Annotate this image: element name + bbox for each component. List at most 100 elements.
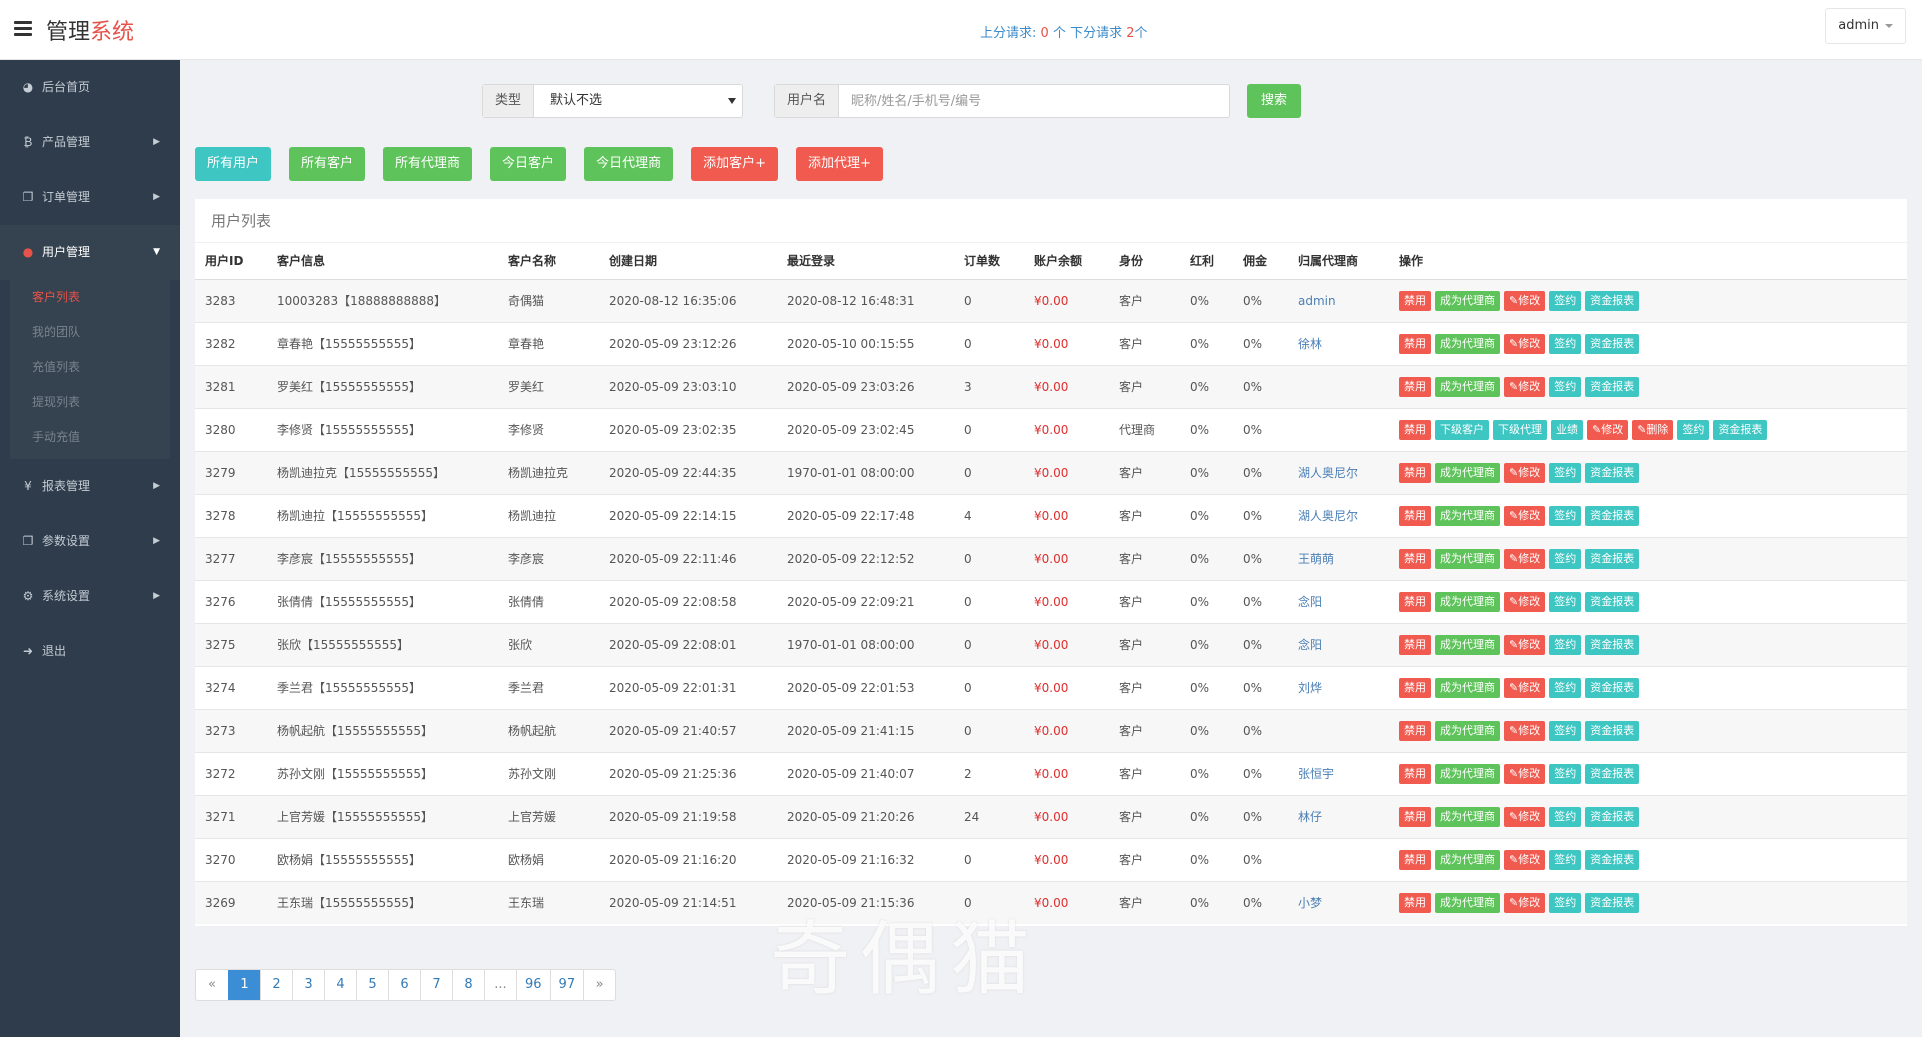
action-button-2[interactable]: ✎修改 (1504, 634, 1546, 655)
submenu-item-1[interactable]: 我的团队 (0, 315, 170, 350)
action-button-2[interactable]: ✎修改 (1504, 720, 1546, 741)
action-button-4[interactable]: 资金报表 (1585, 376, 1640, 397)
page-link[interactable]: 7 (420, 970, 452, 1000)
type-select[interactable]: 默认不选 (534, 85, 742, 117)
submenu-item-0[interactable]: 客户列表 (0, 280, 170, 315)
action-button-1[interactable]: 成为代理商 (1435, 462, 1500, 483)
action-button-6[interactable]: 签约 (1677, 419, 1710, 440)
action-button-1[interactable]: 成为代理商 (1435, 548, 1500, 569)
action-button-4[interactable]: 资金报表 (1585, 505, 1640, 526)
action-button-3[interactable]: 签约 (1549, 677, 1582, 698)
filter-button-2[interactable]: 所有代理商 (383, 147, 473, 181)
action-button-2[interactable]: ✎修改 (1504, 806, 1546, 827)
action-button-5[interactable]: ✎删除 (1632, 419, 1674, 440)
submenu-item-3[interactable]: 提现列表 (0, 385, 170, 420)
action-button-3[interactable]: 签约 (1549, 892, 1582, 913)
action-button-1[interactable]: 下级客户 (1435, 419, 1489, 440)
sidebar-item-0[interactable]: ◕ 后台首页 (0, 60, 180, 115)
action-button-0[interactable]: 禁用 (1399, 806, 1431, 827)
filter-button-5[interactable]: 添加客户+ (691, 147, 778, 181)
action-button-4[interactable]: 资金报表 (1585, 634, 1640, 655)
action-button-3[interactable]: 签约 (1549, 763, 1582, 784)
filter-button-0[interactable]: 所有用户 (195, 147, 272, 181)
action-button-0[interactable]: 禁用 (1399, 720, 1431, 741)
action-button-1[interactable]: 成为代理商 (1435, 290, 1500, 311)
action-button-3[interactable]: 签约 (1549, 505, 1582, 526)
sidebar-item-5[interactable]: ❐ 参数设置 ▶ (0, 514, 180, 569)
action-button-3[interactable]: 签约 (1549, 849, 1582, 870)
action-button-2[interactable]: ✎修改 (1504, 892, 1546, 913)
action-button-1[interactable]: 成为代理商 (1435, 849, 1500, 870)
action-button-4[interactable]: 资金报表 (1585, 763, 1640, 784)
page-link[interactable]: « (196, 970, 228, 1000)
action-button-0[interactable]: 禁用 (1399, 290, 1431, 311)
action-button-4[interactable]: 资金报表 (1585, 591, 1640, 612)
action-button-3[interactable]: 业绩 (1551, 419, 1583, 440)
action-button-3[interactable]: 签约 (1549, 591, 1582, 612)
action-button-2[interactable]: ✎修改 (1504, 290, 1546, 311)
action-button-0[interactable]: 禁用 (1399, 634, 1431, 655)
action-button-1[interactable]: 成为代理商 (1435, 634, 1500, 655)
action-button-0[interactable]: 禁用 (1399, 462, 1431, 483)
action-button-1[interactable]: 成为代理商 (1435, 376, 1500, 397)
page-link[interactable]: 1 (228, 970, 260, 1000)
action-button-1[interactable]: 成为代理商 (1435, 591, 1500, 612)
action-button-1[interactable]: 成为代理商 (1435, 806, 1500, 827)
hamburger-menu-icon[interactable] (14, 21, 32, 37)
filter-button-1[interactable]: 所有客户 (289, 147, 366, 181)
submenu-item-4[interactable]: 手动充值 (0, 420, 170, 455)
action-button-2[interactable]: ✎修改 (1504, 548, 1546, 569)
page-link[interactable]: 5 (356, 970, 388, 1000)
action-button-4[interactable]: ✎修改 (1587, 419, 1629, 440)
action-button-0[interactable]: 禁用 (1399, 376, 1431, 397)
action-button-4[interactable]: 资金报表 (1585, 806, 1640, 827)
username-search-input[interactable] (839, 85, 1230, 117)
filter-button-3[interactable]: 今日客户 (490, 147, 567, 181)
action-button-1[interactable]: 成为代理商 (1435, 505, 1500, 526)
sidebar-item-4[interactable]: ¥ 报表管理 ▶ (0, 459, 180, 514)
action-button-3[interactable]: 签约 (1549, 376, 1582, 397)
action-button-3[interactable]: 签约 (1549, 333, 1582, 354)
page-link[interactable]: 3 (292, 970, 324, 1000)
action-button-1[interactable]: 成为代理商 (1435, 333, 1500, 354)
action-button-3[interactable]: 签约 (1549, 720, 1582, 741)
user-dropdown[interactable]: admin (1825, 8, 1906, 44)
action-button-0[interactable]: 禁用 (1399, 419, 1431, 440)
action-button-4[interactable]: 资金报表 (1585, 548, 1640, 569)
sidebar-item-2[interactable]: ❐ 订单管理 ▶ (0, 170, 180, 225)
action-button-4[interactable]: 资金报表 (1585, 720, 1640, 741)
action-button-1[interactable]: 成为代理商 (1435, 892, 1500, 913)
action-button-3[interactable]: 签约 (1549, 462, 1582, 483)
action-button-3[interactable]: 签约 (1549, 548, 1582, 569)
sidebar-item-1[interactable]: ₿ 产品管理 ▶ (0, 115, 180, 170)
action-button-4[interactable]: 资金报表 (1585, 849, 1640, 870)
action-button-0[interactable]: 禁用 (1399, 548, 1431, 569)
action-button-2[interactable]: 下级代理 (1493, 419, 1547, 440)
action-button-0[interactable]: 禁用 (1399, 849, 1431, 870)
action-button-1[interactable]: 成为代理商 (1435, 677, 1500, 698)
action-button-2[interactable]: ✎修改 (1504, 376, 1546, 397)
page-link[interactable]: 8 (452, 970, 484, 1000)
page-link[interactable]: 96 (516, 970, 550, 1000)
action-button-0[interactable]: 禁用 (1399, 892, 1431, 913)
page-link[interactable]: » (583, 970, 615, 1000)
action-button-4[interactable]: 资金报表 (1585, 290, 1640, 311)
submenu-item-2[interactable]: 充值列表 (0, 350, 170, 385)
action-button-2[interactable]: ✎修改 (1504, 591, 1546, 612)
action-button-2[interactable]: ✎修改 (1504, 763, 1546, 784)
action-button-1[interactable]: 成为代理商 (1435, 720, 1500, 741)
action-button-4[interactable]: 资金报表 (1585, 462, 1640, 483)
action-button-0[interactable]: 禁用 (1399, 591, 1431, 612)
action-button-2[interactable]: ✎修改 (1504, 505, 1546, 526)
sidebar-item-3[interactable]: ● 用户管理 ▼ (0, 225, 180, 280)
page-link[interactable]: 97 (549, 970, 584, 1000)
search-button[interactable]: 搜索 (1247, 84, 1301, 118)
sidebar-item-7[interactable]: ➜ 退出 (0, 624, 180, 679)
page-link[interactable]: 4 (324, 970, 356, 1000)
action-button-0[interactable]: 禁用 (1399, 763, 1431, 784)
page-link[interactable]: 6 (388, 970, 420, 1000)
action-button-3[interactable]: 签约 (1549, 634, 1582, 655)
action-button-2[interactable]: ✎修改 (1504, 677, 1546, 698)
sidebar-item-6[interactable]: ⚙ 系统设置 ▶ (0, 569, 180, 624)
filter-button-6[interactable]: 添加代理+ (795, 147, 883, 181)
